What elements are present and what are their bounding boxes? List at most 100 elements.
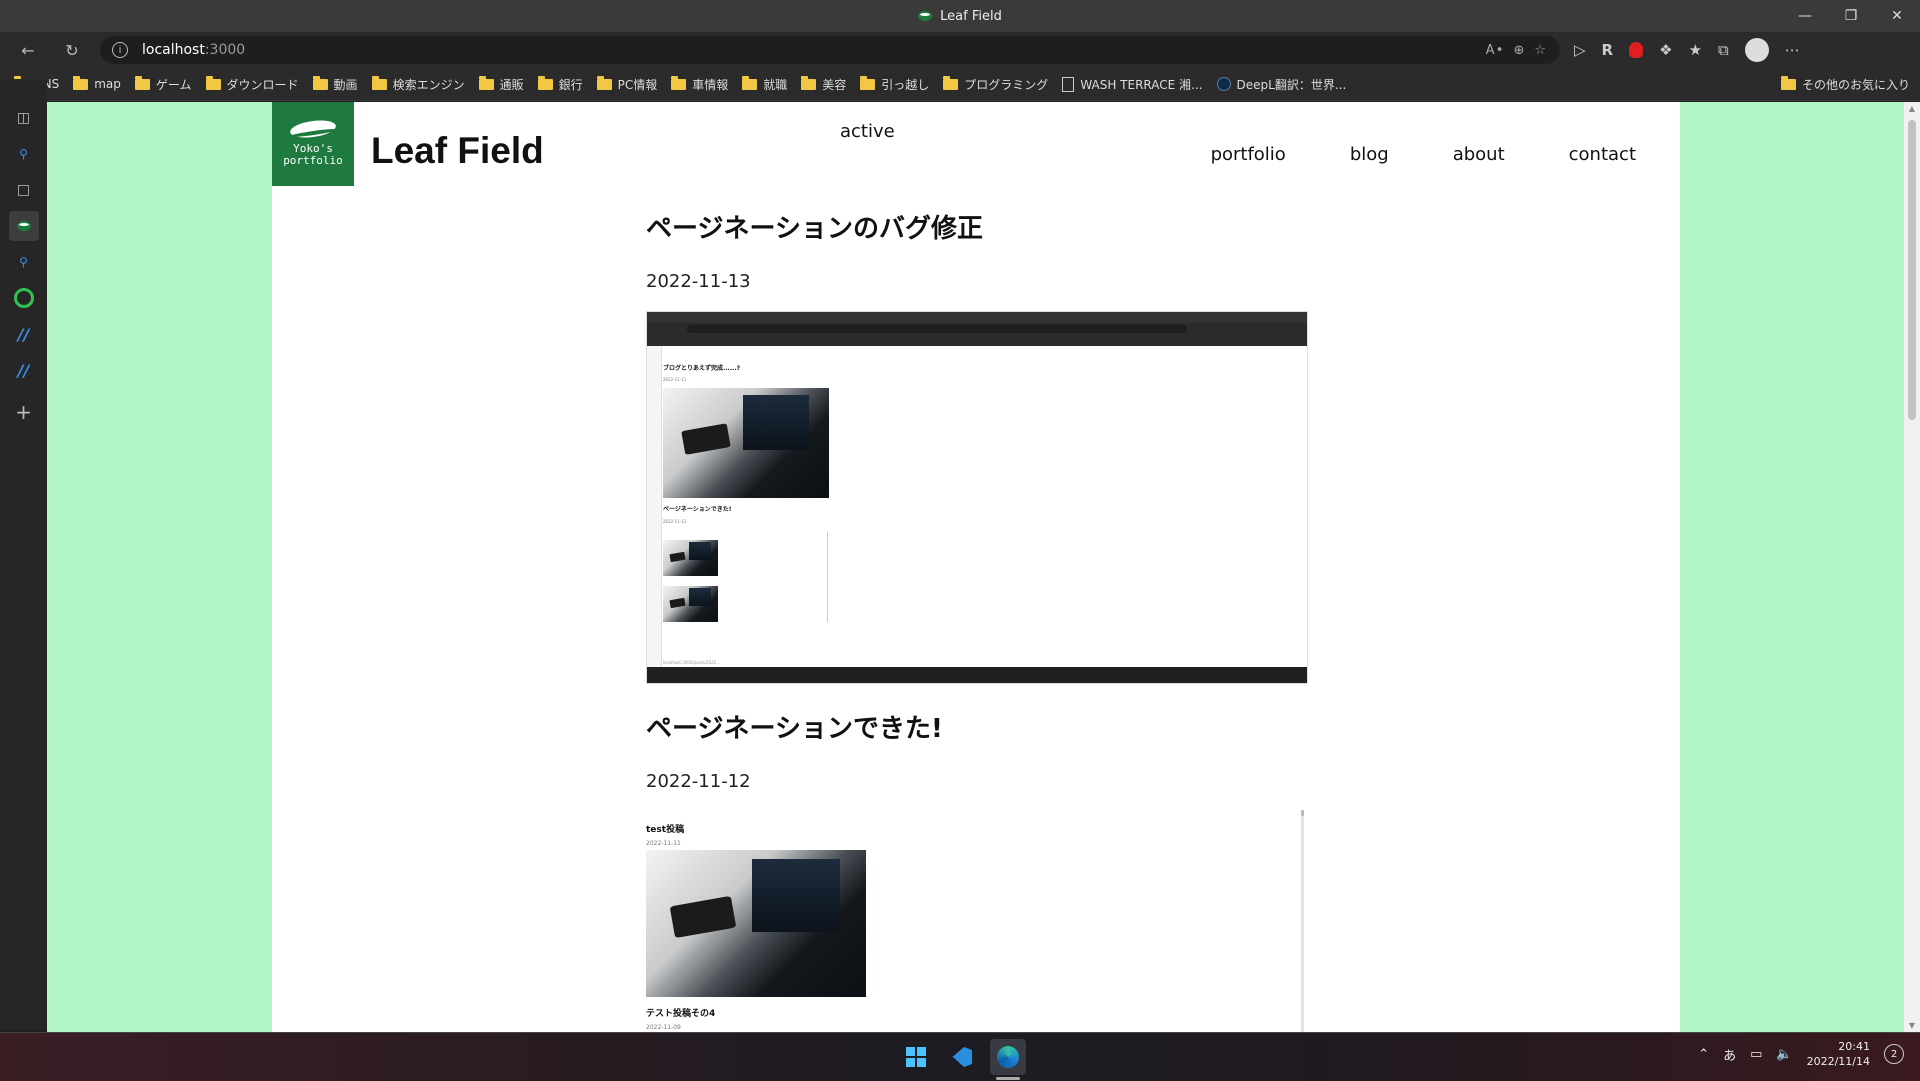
url-host: localhost bbox=[142, 42, 205, 58]
restore-icon[interactable]: ❐ bbox=[1828, 0, 1874, 32]
sidebar-green-circle-icon[interactable] bbox=[9, 283, 39, 313]
site-logo[interactable]: Yoko's portfolio bbox=[272, 102, 354, 186]
site-title[interactable]: Leaf Field bbox=[371, 130, 544, 172]
notification-badge[interactable]: 2 bbox=[1884, 1044, 1904, 1064]
add-favorite-icon[interactable]: ☆ bbox=[1534, 43, 1546, 58]
bookmark-folder[interactable]: map bbox=[73, 75, 121, 91]
tray-overflow-icon[interactable]: ⌃ bbox=[1698, 1047, 1709, 1062]
logo-text-line2: portfolio bbox=[283, 154, 343, 167]
address-bar[interactable]: i localhost:3000 A • ⊕ ☆ bbox=[100, 36, 1560, 64]
tab-actions-icon[interactable]: ◫ bbox=[9, 103, 39, 133]
site-favicon-icon bbox=[918, 11, 933, 21]
rw-extension-icon[interactable]: R bbox=[1602, 41, 1614, 59]
more-menu-icon[interactable]: ⋯ bbox=[1785, 41, 1800, 59]
deepl-icon bbox=[1216, 77, 1231, 91]
edge-icon bbox=[997, 1046, 1019, 1068]
folder-icon bbox=[943, 75, 959, 90]
image-text: 2022-11-11 bbox=[663, 377, 687, 382]
image-text: 2022-11-11 bbox=[646, 840, 681, 847]
folder-icon bbox=[742, 75, 758, 90]
nav-about[interactable]: about bbox=[1453, 144, 1505, 165]
folder-icon bbox=[596, 75, 612, 90]
bookmark-page[interactable]: WASH TERRACE 湘... bbox=[1062, 76, 1203, 93]
minimize-icon[interactable]: — bbox=[1782, 0, 1828, 32]
bookmark-folder[interactable]: 通販 bbox=[478, 75, 524, 93]
sidebar-add-icon[interactable]: + bbox=[9, 397, 39, 427]
nav-portfolio[interactable]: portfolio bbox=[1211, 144, 1286, 165]
extensions-icon[interactable]: ❖ bbox=[1659, 41, 1672, 59]
bookmark-folder[interactable]: 銀行 bbox=[537, 75, 583, 93]
folder-icon bbox=[205, 75, 221, 90]
back-button[interactable]: ← bbox=[14, 36, 42, 64]
play-icon[interactable]: ▷ bbox=[1574, 41, 1586, 59]
sidebar-search-icon-2[interactable]: ⚲ bbox=[9, 247, 39, 277]
bookmarks-bar: SNS map ゲーム ダウンロード 動画 検索エンジン 通販 銀行 PC情報 … bbox=[0, 68, 1920, 101]
laptop-photo bbox=[646, 850, 866, 997]
collections-icon[interactable]: ⧉ bbox=[1718, 41, 1729, 59]
page-scrollbar[interactable]: ▲ ▼ bbox=[1904, 102, 1920, 1032]
image-text: ブログとりあえず完成......? bbox=[663, 365, 741, 372]
page-icon bbox=[1062, 76, 1075, 92]
image-text: ページネーションできた! bbox=[663, 506, 732, 513]
sidebar-pen-icon-2[interactable]: // bbox=[9, 355, 39, 385]
bookmark-folder[interactable]: ゲーム bbox=[134, 75, 192, 93]
sidebar-leaf-field-tab[interactable] bbox=[8, 211, 39, 241]
post-title[interactable]: ページネーションできた! bbox=[646, 708, 943, 745]
favorites-icon[interactable]: ★ bbox=[1689, 41, 1702, 59]
web-viewport: Yoko's portfolio Leaf Field active portf… bbox=[47, 102, 1904, 1032]
reload-button[interactable]: ↻ bbox=[58, 36, 86, 64]
bookmark-folder[interactable]: プログラミング bbox=[943, 75, 1048, 93]
bookmark-folder[interactable]: 車情報 bbox=[671, 75, 728, 93]
bookmark-deepl[interactable]: DeepL翻訳：世界... bbox=[1216, 76, 1346, 93]
bookmark-folder[interactable]: PC情報 bbox=[596, 75, 657, 93]
bookmark-folder[interactable]: 就職 bbox=[742, 75, 787, 93]
post-date: 2022-11-13 bbox=[646, 271, 751, 292]
folder-icon bbox=[371, 75, 387, 90]
taskbar-apps bbox=[898, 1039, 1026, 1080]
sidebar-pen-icon[interactable]: // bbox=[9, 319, 39, 349]
scroll-down-icon[interactable]: ▼ bbox=[1904, 1021, 1920, 1030]
read-aloud-icon[interactable]: A • bbox=[1486, 43, 1504, 58]
edge-taskbar-button[interactable] bbox=[990, 1039, 1026, 1080]
vscode-taskbar-button[interactable] bbox=[944, 1039, 980, 1075]
scroll-thumb[interactable] bbox=[1908, 120, 1916, 420]
nav-blog[interactable]: blog bbox=[1350, 144, 1389, 165]
image-text: test投稿 bbox=[646, 825, 685, 835]
site-nav: portfolio blog about contact bbox=[1211, 144, 1636, 165]
bookmark-folder[interactable]: 動画 bbox=[312, 75, 358, 93]
zoom-icon[interactable]: ⊕ bbox=[1513, 43, 1524, 58]
folder-icon bbox=[1780, 75, 1796, 90]
ime-indicator[interactable]: あ bbox=[1723, 1045, 1736, 1064]
red-extension-icon[interactable] bbox=[1629, 42, 1644, 58]
info-icon[interactable]: i bbox=[112, 42, 128, 58]
bookmark-folder[interactable]: 引っ越し bbox=[860, 75, 929, 93]
clock[interactable]: 20:41 2022/11/14 bbox=[1807, 1039, 1870, 1069]
site-container: Yoko's portfolio Leaf Field active portf… bbox=[272, 102, 1680, 1032]
folder-icon bbox=[134, 75, 150, 90]
window-titlebar: Leaf Field — ❐ ✕ bbox=[0, 0, 1920, 32]
folder-icon bbox=[537, 75, 553, 90]
leaf-logo-icon bbox=[289, 117, 337, 141]
folder-icon bbox=[73, 75, 89, 90]
bookmark-folder[interactable]: 検索エンジン bbox=[371, 75, 465, 93]
sidebar-page-icon[interactable]: □ bbox=[9, 175, 39, 205]
window-title-text: Leaf Field bbox=[940, 8, 1002, 24]
sidebar-search-icon[interactable]: ⚲ bbox=[9, 139, 39, 169]
volume-icon[interactable]: 🔈 bbox=[1776, 1047, 1792, 1062]
close-icon[interactable]: ✕ bbox=[1874, 0, 1920, 32]
clock-time: 20:41 bbox=[1838, 1040, 1870, 1053]
network-icon[interactable]: ▭ bbox=[1750, 1047, 1762, 1062]
folder-icon bbox=[312, 75, 328, 90]
scroll-up-icon[interactable]: ▲ bbox=[1904, 104, 1920, 113]
vscode-icon bbox=[952, 1047, 972, 1067]
post-title[interactable]: ページネーションのバグ修正 bbox=[646, 208, 983, 245]
bookmark-other-favorites[interactable]: その他のお気に入り bbox=[1780, 75, 1910, 93]
profile-avatar[interactable] bbox=[1744, 38, 1769, 62]
folder-icon bbox=[801, 75, 817, 90]
windows-icon bbox=[906, 1047, 926, 1067]
nav-contact[interactable]: contact bbox=[1569, 144, 1636, 165]
laptop-thumb bbox=[663, 586, 718, 622]
start-button[interactable] bbox=[898, 1039, 934, 1075]
bookmark-folder[interactable]: 美容 bbox=[801, 75, 846, 93]
bookmark-folder[interactable]: ダウンロード bbox=[205, 75, 299, 93]
